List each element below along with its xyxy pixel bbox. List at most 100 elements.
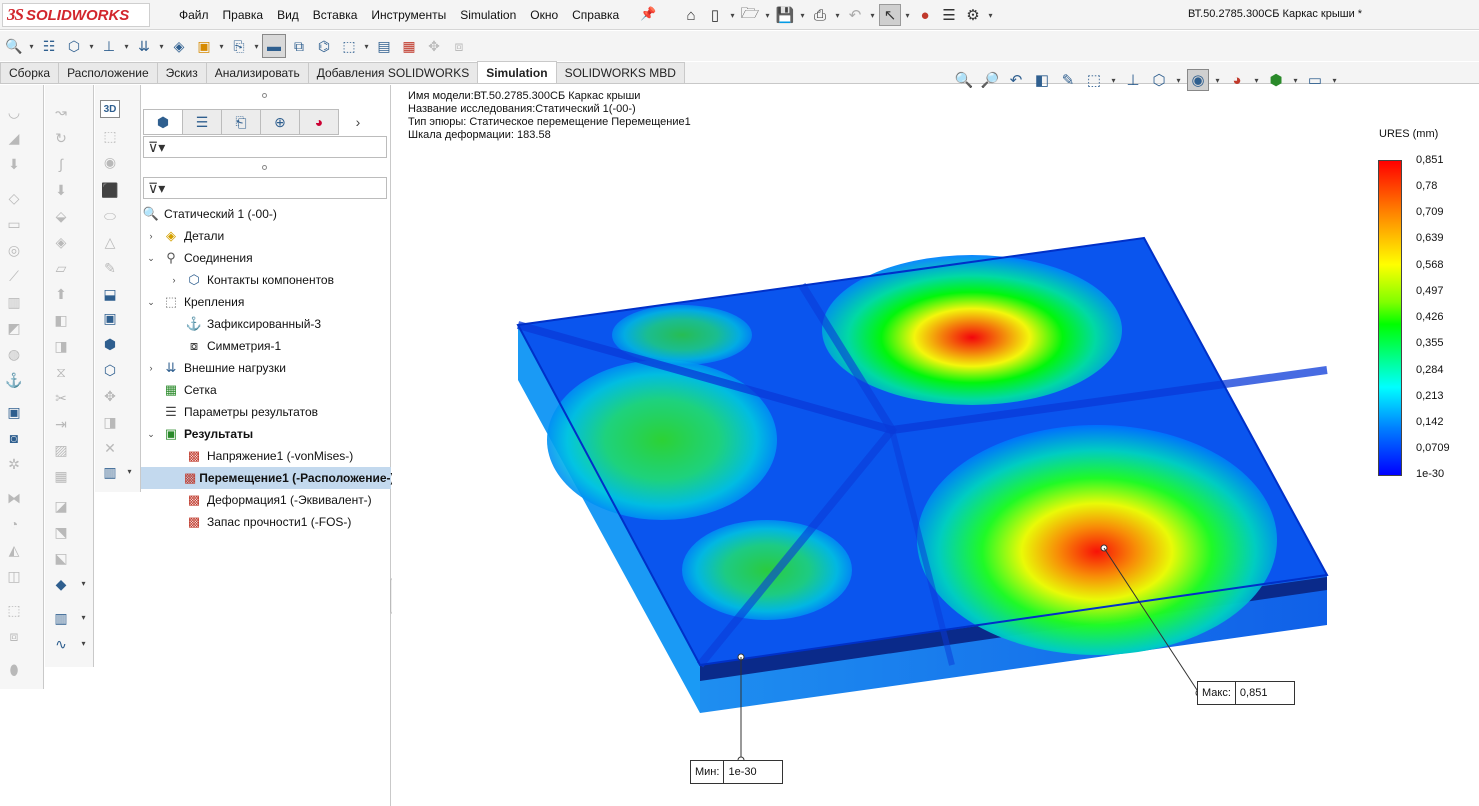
tree-item-mesh[interactable]: ▦ Сетка: [141, 379, 391, 401]
shaded-icon[interactable]: ✥: [100, 387, 120, 405]
upload-icon[interactable]: ⬆: [51, 285, 71, 303]
chevron-down-icon[interactable]: ▾: [27, 42, 36, 51]
tree-item-fos[interactable]: ▩ Запас прочности1 (-FOS-): [141, 511, 391, 533]
hole-icon[interactable]: ◍: [4, 345, 24, 363]
mirror-icon[interactable]: ⧓: [4, 489, 24, 507]
knit-icon[interactable]: ⧖: [51, 363, 71, 381]
graphics-area[interactable]: 🔍 🔎 ↶ ◧ ✎ ⬚ ▾ ⊥ ⬡ ▾ ◉ ▾ ◕ ▾ ⬢ ▾ ▭ ▾ Имя …: [392, 69, 1479, 806]
include-image-icon[interactable]: ▦: [397, 34, 421, 58]
menu-tools[interactable]: Инструменты: [364, 8, 453, 22]
chevron-down-icon[interactable]: ▾: [1291, 76, 1300, 85]
tab-layout[interactable]: Расположение: [58, 62, 158, 83]
chevron-down-icon[interactable]: ▾: [122, 42, 131, 51]
extend-icon[interactable]: ⇥: [51, 415, 71, 433]
edit-icon[interactable]: ◨: [100, 413, 120, 431]
chevron-down-icon[interactable]: ▾: [903, 11, 912, 20]
pen-icon[interactable]: ✎: [100, 259, 120, 277]
chevron-down-icon[interactable]: ▾: [252, 42, 261, 51]
boundary-icon[interactable]: ◈: [51, 233, 71, 251]
chevron-down-icon[interactable]: ▾: [1330, 76, 1339, 85]
home-icon[interactable]: ⌂: [680, 4, 702, 26]
select-cursor-icon[interactable]: ↖: [879, 4, 901, 26]
curve-icon[interactable]: ∫: [51, 155, 71, 173]
menu-insert[interactable]: Вставка: [306, 8, 365, 22]
dimxpert-tab-icon[interactable]: ⊕: [260, 109, 300, 135]
apply-material-icon[interactable]: ⬡: [62, 34, 86, 58]
chevron-down-icon[interactable]: ▾: [79, 613, 88, 622]
combine-icon[interactable]: ⬮: [4, 661, 24, 679]
filter-input[interactable]: ⊽▾: [143, 136, 387, 158]
solidworks-logo[interactable]: 3S SOLIDWORKS: [2, 3, 150, 27]
chevron-down-icon[interactable]: ▾: [1252, 76, 1261, 85]
display-manager-tab-icon[interactable]: ◕: [299, 109, 339, 135]
loft-icon[interactable]: ⟋: [4, 267, 24, 285]
tree-item-component-contacts[interactable]: › ⬡ Контакты компонентов: [141, 269, 391, 291]
tree-item-fixtures[interactable]: ⌄ ⬚ Крепления: [141, 291, 391, 313]
expand-arrow-icon[interactable]: ›: [145, 363, 157, 373]
assembly-cube-icon[interactable]: ⬢: [100, 335, 120, 353]
cylinder-icon[interactable]: ⬭: [100, 207, 120, 225]
view-cube-icon[interactable]: ⬛: [100, 181, 120, 199]
menu-simulation[interactable]: Simulation: [453, 8, 523, 22]
fixtures-advisor-icon[interactable]: ⊥: [97, 34, 121, 58]
feature-manager-tab-icon[interactable]: ⬢: [143, 109, 183, 135]
rotate-icon[interactable]: ↻: [51, 129, 71, 147]
chevron-down-icon[interactable]: ▾: [1109, 76, 1118, 85]
chevron-down-icon[interactable]: ▾: [362, 42, 371, 51]
tree-item-symmetry[interactable]: ⧇ Симметрия-1: [141, 335, 391, 357]
menu-edit[interactable]: Правка: [216, 8, 271, 22]
rib-icon[interactable]: ▥: [4, 293, 24, 311]
plot-tools-icon[interactable]: ⬚: [337, 34, 361, 58]
new-document-icon[interactable]: ▯: [704, 4, 726, 26]
chevron-down-icon[interactable]: ▾: [728, 11, 737, 20]
intersect-icon[interactable]: ◭: [4, 541, 24, 559]
cone-icon[interactable]: △: [100, 233, 120, 251]
collapse-arrow-icon[interactable]: ⌄: [145, 429, 157, 440]
tree-item-results[interactable]: ⌄ ▣ Результаты: [141, 423, 391, 445]
cut-icon[interactable]: ▭: [4, 215, 24, 233]
untrim-icon[interactable]: ⬕: [51, 549, 71, 567]
options-gear-icon[interactable]: ⚙: [962, 4, 984, 26]
rebuild-traffic-light-icon[interactable]: ●: [914, 4, 936, 26]
wrap-icon[interactable]: ◔: [4, 515, 24, 533]
min-callout[interactable]: Мин: 1e-30: [690, 760, 784, 784]
tree-root[interactable]: 🔍 Статический 1 (-00-): [141, 203, 391, 225]
replace-face-icon[interactable]: ⬔: [51, 523, 71, 541]
pattern-icon[interactable]: ✲: [4, 455, 24, 473]
menu-help[interactable]: Справка: [565, 8, 626, 22]
splitter-handle[interactable]: [262, 165, 267, 170]
delete-face-icon[interactable]: ◪: [51, 497, 71, 515]
compare-icon[interactable]: ⧈: [447, 34, 471, 58]
shell-icon[interactable]: ◇: [4, 189, 24, 207]
menu-file[interactable]: Файл: [172, 8, 216, 22]
fixture-tool-icon[interactable]: ⚓: [4, 371, 24, 389]
part-box-icon[interactable]: ▣: [100, 309, 120, 327]
solid-icon[interactable]: ◉: [100, 153, 120, 171]
tree-item-connections[interactable]: ⌄ ⚲ Соединения: [141, 247, 391, 269]
collapse-arrow-icon[interactable]: ⌄: [145, 253, 157, 264]
results-advisor-icon[interactable]: ⎘: [227, 34, 251, 58]
chevron-down-icon[interactable]: ▾: [1213, 76, 1222, 85]
fill-icon[interactable]: ▨: [51, 441, 71, 459]
3d-sketch-icon[interactable]: 3D: [100, 100, 120, 118]
collapse-arrow-icon[interactable]: ⌄: [145, 297, 157, 308]
chevron-down-icon[interactable]: ▾: [79, 639, 88, 648]
revolve-icon[interactable]: ◎: [4, 241, 24, 259]
tree-item-strain[interactable]: ▩ Деформация1 (-Эквивалент-): [141, 489, 391, 511]
save-icon[interactable]: 💾: [774, 4, 796, 26]
study-filter-input[interactable]: ⊽▾: [143, 177, 387, 199]
tab-sketch[interactable]: Эскиз: [156, 62, 207, 83]
tree-item-displacement[interactable]: ▩ Перемещение1 (-Расположение-): [141, 467, 395, 489]
copy-icon[interactable]: ⧈: [4, 627, 24, 645]
spring-icon[interactable]: ∿: [51, 635, 71, 653]
chevron-down-icon[interactable]: ▾: [798, 11, 807, 20]
study-advisor-icon[interactable]: 🔍: [2, 34, 26, 58]
max-callout[interactable]: Макс: 0,851: [1197, 681, 1295, 705]
chevron-down-icon[interactable]: ▾: [868, 11, 877, 20]
tab-mbd[interactable]: SOLIDWORKS MBD: [555, 62, 685, 83]
design-insight-icon[interactable]: ⌬: [312, 34, 336, 58]
fillet-icon[interactable]: ◡: [4, 103, 24, 121]
tab-addins[interactable]: Добавления SOLIDWORKS: [307, 62, 479, 83]
tree-item-stress[interactable]: ▩ Напряжение1 (-vonMises-): [141, 445, 391, 467]
file-properties-icon[interactable]: ☰: [938, 4, 960, 26]
